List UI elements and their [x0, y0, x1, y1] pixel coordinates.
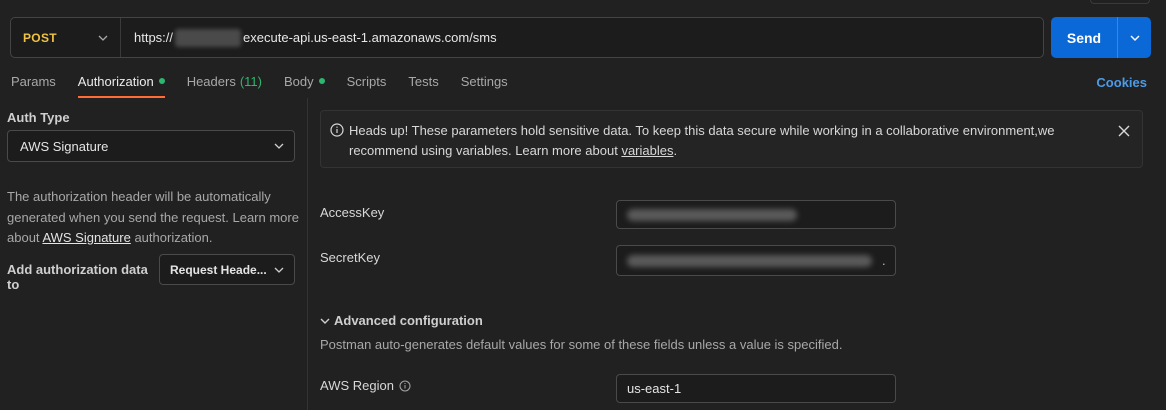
advanced-config-toggle[interactable]: Advanced configuration [320, 313, 483, 328]
aws-region-value: us-east-1 [627, 381, 682, 396]
send-button[interactable]: Send [1051, 17, 1118, 58]
desc-text: authorization. [130, 230, 213, 245]
close-icon[interactable] [1118, 125, 1130, 140]
url-suffix: execute-api.us-east-1.amazonaws.com/sms [243, 30, 497, 45]
url-prefix: https:// [134, 30, 174, 45]
chevron-down-icon [274, 143, 284, 149]
url-input[interactable]: https:// execute-api.us-east-1.amazonaws… [121, 28, 497, 47]
advanced-config-description: Postman auto-generates default values fo… [320, 337, 843, 352]
chevron-down-icon [274, 267, 284, 273]
auth-type-label: Auth Type [7, 110, 70, 125]
tab-label: Scripts [346, 73, 387, 89]
secret-key-trailing: . [882, 253, 886, 268]
redacted-access-key [627, 208, 797, 221]
aws-signature-link[interactable]: AWS Signature [42, 230, 130, 245]
url-bar: POST https:// execute-api.us-east-1.amaz… [10, 17, 1044, 58]
chevron-down-icon [1130, 35, 1139, 41]
method-selector[interactable]: POST [11, 18, 121, 57]
tab-label: Headers [186, 73, 236, 89]
info-icon [330, 123, 344, 140]
tab-label: Tests [408, 73, 439, 89]
info-icon[interactable] [399, 380, 411, 392]
aws-region-input[interactable]: us-east-1 [616, 374, 896, 403]
tab-body[interactable]: Body [273, 64, 336, 98]
redacted-secret-key [627, 254, 872, 267]
send-button-group: Send [1051, 17, 1151, 58]
chevron-down-icon [320, 318, 330, 324]
tab-params[interactable]: Params [0, 64, 67, 98]
add-to-label: Add authorization data to [7, 262, 148, 292]
send-options-button[interactable] [1118, 17, 1151, 58]
status-dot [318, 78, 325, 84]
tab-label: Settings [460, 73, 508, 89]
auth-description: The authorization header will be automat… [7, 187, 302, 249]
tab-label: Authorization [77, 73, 154, 89]
auth-type-value: AWS Signature [20, 138, 109, 154]
notice-text: Heads up! These parameters hold sensitiv… [349, 121, 1119, 161]
sensitive-data-notice: Heads up! These parameters hold sensitiv… [320, 110, 1143, 168]
variables-link[interactable]: variables [621, 143, 673, 158]
redacted-host [175, 28, 242, 47]
toolbar-edge [1090, 0, 1150, 4]
access-key-input[interactable] [616, 200, 896, 229]
notice-period: . [673, 143, 678, 158]
method-label: POST [23, 30, 57, 45]
region-label-text: AWS Region [320, 378, 394, 393]
secret-key-input[interactable]: . [616, 245, 896, 276]
access-key-label: AccessKey [320, 205, 385, 220]
notice-body: Heads up! These parameters hold sensitiv… [349, 123, 1055, 158]
request-tabs: Params Authorization Headers (11) Body Sc… [0, 64, 1166, 98]
chevron-down-icon [98, 33, 108, 43]
tab-tests[interactable]: Tests [397, 64, 449, 98]
headers-count: (11) [239, 73, 262, 89]
request-editor: POST https:// execute-api.us-east-1.amaz… [0, 0, 1166, 410]
auth-settings-panel: Auth Type AWS Signature The authorizatio… [0, 98, 308, 410]
status-dot [158, 78, 165, 84]
add-to-select[interactable]: Request Heade... [159, 254, 295, 285]
secret-key-label: SecretKey [320, 250, 380, 265]
tab-settings[interactable]: Settings [450, 64, 519, 98]
tab-label: Params [11, 73, 56, 89]
tab-scripts[interactable]: Scripts [336, 64, 398, 98]
auth-type-select[interactable]: AWS Signature [7, 130, 295, 162]
aws-region-label: AWS Region [320, 378, 411, 393]
tab-authorization[interactable]: Authorization [67, 64, 176, 98]
cookies-link[interactable]: Cookies [1096, 75, 1147, 90]
tab-label: Body [283, 73, 314, 89]
add-to-value: Request Heade... [170, 262, 267, 277]
tab-headers[interactable]: Headers (11) [176, 64, 273, 98]
advanced-config-title: Advanced configuration [334, 313, 483, 328]
